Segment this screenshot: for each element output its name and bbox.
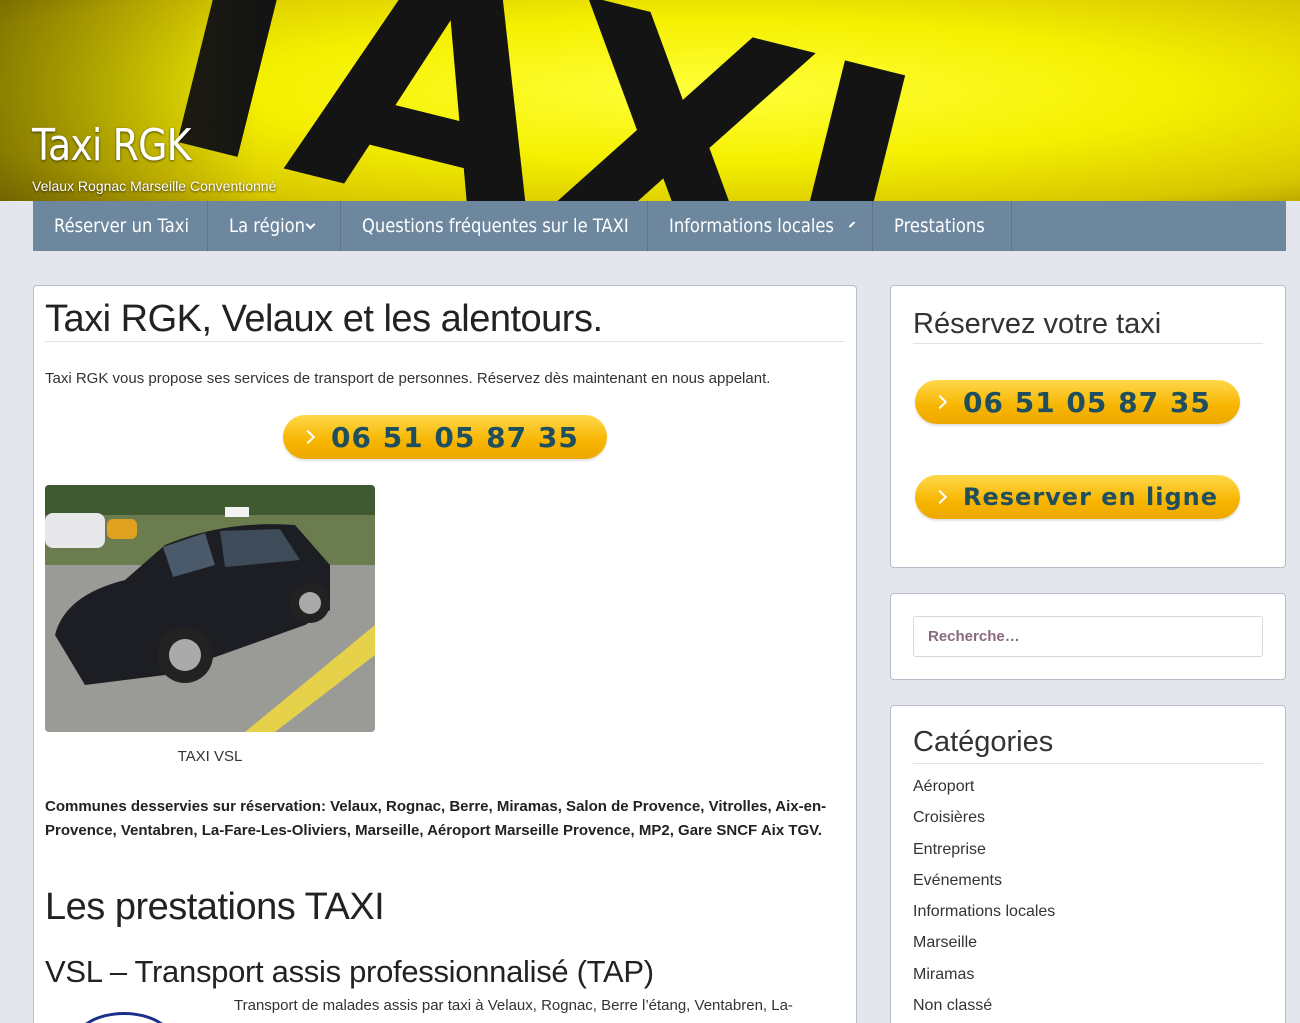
category-link[interactable]: Marseille <box>913 932 1055 963</box>
chevron-down-icon <box>848 220 855 228</box>
subsection-title: VSL – Transport assis professionnalisé (… <box>45 954 654 989</box>
photo-caption: TAXI VSL <box>177 748 243 765</box>
reserve-widget-title: Réservez votre taxi <box>913 308 1162 340</box>
category-list: Aéroport Croisières Entreprise Evénement… <box>913 776 1055 1023</box>
nav-item-questions[interactable]: Questions fréquentes sur le TAXI <box>341 201 648 251</box>
phone-number: 06 51 05 87 35 <box>331 420 579 454</box>
main-article: Taxi RGK, Velaux et les alentours. Taxi … <box>33 285 857 1023</box>
category-link[interactable]: Entreprise <box>913 839 1055 870</box>
header-banner: TAXI Taxi RGK Velaux Rognac Marseille Co… <box>0 0 1300 201</box>
phone-number: 06 51 05 87 35 <box>963 385 1211 419</box>
main-navigation: Réserver un Taxi La région Questions fré… <box>33 201 1286 251</box>
site-tagline: Velaux Rognac Marseille Conventionné <box>32 178 277 194</box>
nav-item-label: Informations locales <box>669 215 834 237</box>
search-input[interactable] <box>913 616 1263 657</box>
category-link[interactable]: Miramas <box>913 964 1055 995</box>
nav-item-prestations[interactable]: Prestations <box>873 201 1012 251</box>
vsl-description: Transport de malades assis par taxi à Ve… <box>234 997 793 1014</box>
nav-item-label: Questions fréquentes sur le TAXI <box>362 215 629 237</box>
taxi-car-illustration <box>45 485 375 732</box>
categories-widget: Catégories Aéroport Croisières Entrepris… <box>890 705 1286 1023</box>
call-phone-button[interactable]: 06 51 05 87 35 <box>283 415 607 459</box>
reserve-widget: Réservez votre taxi 06 51 05 87 35 Reser… <box>890 285 1286 568</box>
category-link[interactable]: Non classé <box>913 995 1055 1023</box>
vsl-logo <box>74 1012 174 1023</box>
communes-text: Communes desservies sur réservation: Vel… <box>45 798 827 839</box>
taxi-photo[interactable] <box>45 485 375 732</box>
intro-text: Taxi RGK vous propose ses services de tr… <box>45 370 771 387</box>
categories-title: Catégories <box>913 726 1054 758</box>
nav-item-reserver[interactable]: Réserver un Taxi <box>33 201 208 251</box>
category-link[interactable]: Aéroport <box>913 776 1055 807</box>
widget-divider <box>913 343 1263 344</box>
category-link[interactable]: Informations locales <box>913 901 1055 932</box>
chevron-right-icon <box>932 394 948 410</box>
nav-item-label: La région <box>229 215 305 237</box>
page-title: Taxi RGK, Velaux et les alentours. <box>45 298 603 340</box>
title-divider <box>45 341 845 342</box>
reserve-online-button[interactable]: Reserver en ligne <box>915 475 1240 519</box>
chevron-right-icon <box>300 429 316 445</box>
nav-item-region[interactable]: La région <box>208 201 341 251</box>
sidebar-call-button[interactable]: 06 51 05 87 35 <box>915 380 1240 424</box>
nav-item-label: Réserver un Taxi <box>54 215 190 237</box>
search-widget <box>890 593 1286 680</box>
section-title: Les prestations TAXI <box>45 886 385 928</box>
chevron-right-icon <box>932 489 948 505</box>
nav-item-informations[interactable]: Informations locales <box>648 201 873 251</box>
category-link[interactable]: Evénements <box>913 870 1055 901</box>
chevron-down-icon <box>305 219 316 229</box>
site-title[interactable]: Taxi RGK <box>32 120 191 171</box>
category-link[interactable]: Croisières <box>913 807 1055 838</box>
nav-item-label: Prestations <box>894 215 985 237</box>
widget-divider <box>913 763 1263 764</box>
reserve-online-label: Reserver en ligne <box>963 483 1218 511</box>
